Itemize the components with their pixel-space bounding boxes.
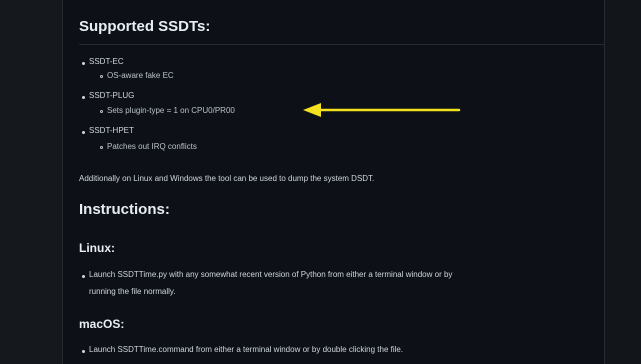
sublist-item: Patches out IRQ conflicts [107,142,197,151]
right-window-frame [605,0,641,364]
list-bullet [82,96,85,99]
list-bullet [82,350,85,353]
list-bullet [82,275,85,278]
sublist-bullet [100,146,103,149]
dsdt-paragraph: Additionally on Linux and Windows the to… [79,174,375,183]
supported-ssdts-heading: Supported SSDTs: [79,18,211,35]
list-item: SSDT-PLUG [89,91,135,100]
heading-divider [79,44,604,45]
list-item: SSDT-HPET [89,126,134,135]
list-item: SSDT-EC [89,57,124,66]
macos-heading: macOS: [79,317,125,331]
list-bullet [82,131,85,134]
list-bullet [82,62,85,65]
sublist-item: OS-aware fake EC [107,71,174,80]
left-window-frame [0,0,62,364]
instructions-heading: Instructions: [79,201,170,218]
linux-heading: Linux: [79,241,115,255]
sublist-bullet [100,75,103,78]
sublist-bullet [100,110,103,113]
linux-instruction-line-2: running the file normally. [89,287,176,296]
sublist-item: Sets plugin-type = 1 on CPU0/PR00 [107,106,235,115]
left-arrow-icon [303,103,461,117]
readme-document: Supported SSDTs: SSDT-EC OS-aware fake E… [62,0,605,364]
macos-instruction-line-1: Launch SSDTTime.command from either a te… [89,345,404,354]
linux-instruction-line-1: Launch SSDTTime.py with any somewhat rec… [89,270,453,279]
